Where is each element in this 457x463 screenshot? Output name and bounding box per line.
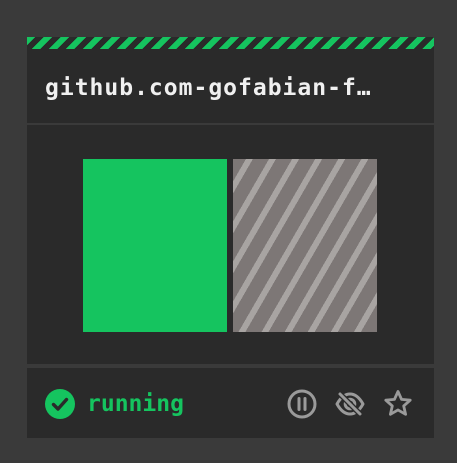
progress-segment-striped [233, 159, 377, 332]
pause-button[interactable] [285, 387, 319, 421]
hide-icon [334, 388, 366, 420]
pause-icon [287, 389, 317, 419]
progress-segment-running [83, 159, 227, 332]
status-label: running [87, 391, 184, 417]
check-circle-icon [45, 389, 75, 419]
progress-visual [83, 159, 377, 332]
process-card: github.com-gofabian-f… running [27, 37, 434, 438]
hide-button[interactable] [333, 387, 367, 421]
star-button[interactable] [381, 387, 415, 421]
divider [27, 123, 434, 125]
card-title: github.com-gofabian-f… [45, 75, 372, 101]
running-stripe [27, 37, 434, 49]
star-icon [382, 388, 414, 420]
divider [27, 364, 434, 368]
